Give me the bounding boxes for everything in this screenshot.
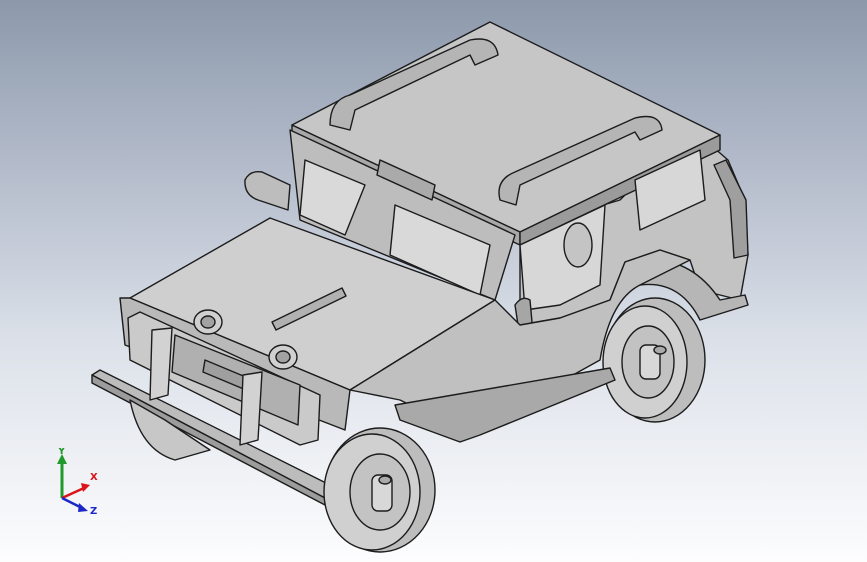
x-axis-arrow-icon [81,483,90,492]
x-axis-label: X [90,472,98,483]
front-wheel [323,427,436,553]
y-axis-label: Y [57,448,66,457]
z-axis-label: Z [90,506,97,517]
z-axis-arrow-icon [78,503,88,512]
rear-wheel [602,297,706,423]
graphics-viewport[interactable]: Y X Z [0,0,867,562]
x-axis-line [61,486,85,500]
jeep-model[interactable] [0,0,867,562]
axis-triad: Y X Z [57,448,98,517]
